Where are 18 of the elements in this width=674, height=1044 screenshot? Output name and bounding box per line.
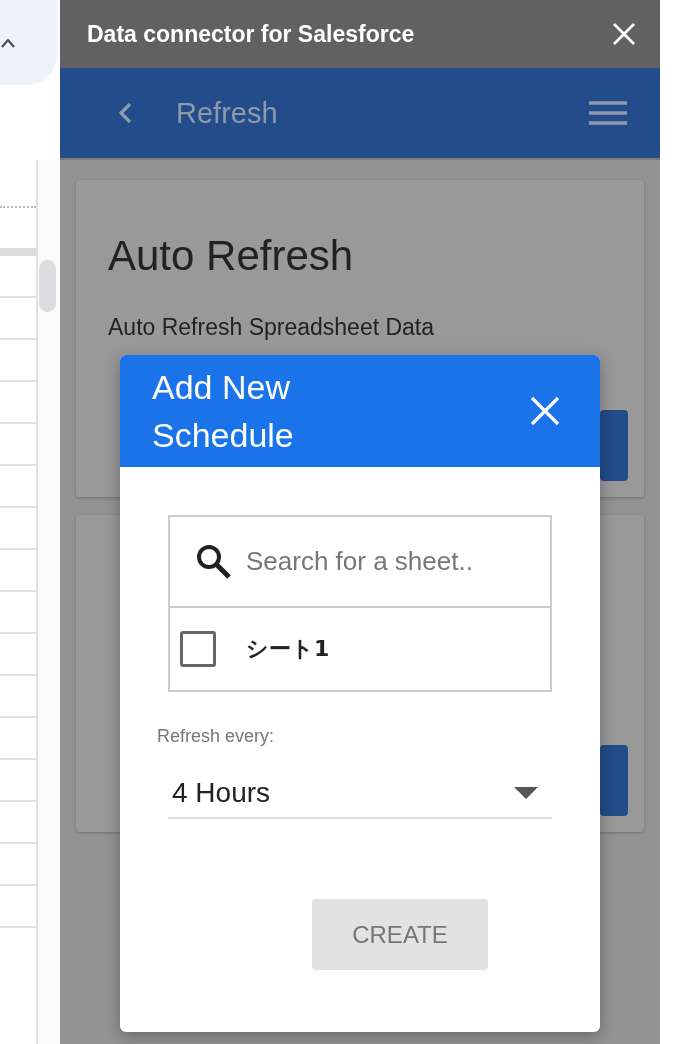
dialog-title: Add New Schedule	[152, 367, 295, 456]
panel-title: Data connector for Salesforce	[87, 20, 415, 48]
card-title: Auto Refresh	[108, 232, 354, 280]
card-text: Auto Refresh Spreadsheet Data	[108, 314, 435, 341]
close-icon[interactable]	[530, 396, 560, 426]
dropdown-caret-icon	[514, 787, 538, 799]
caret-icon	[1, 37, 15, 48]
back-icon[interactable]	[118, 102, 132, 124]
interval-dropdown[interactable]: 4 Hours	[168, 769, 552, 819]
menu-icon[interactable]	[589, 101, 627, 125]
page-title: Refresh	[176, 96, 279, 130]
sheet-name: シート1	[246, 635, 330, 663]
field-label: Refresh every:	[157, 726, 276, 747]
close-icon[interactable]	[612, 22, 636, 46]
search-field[interactable]: Search for a sheet..	[246, 546, 536, 577]
search-icon	[196, 543, 232, 580]
checkbox[interactable]	[180, 631, 216, 667]
scrollbar[interactable]	[38, 160, 60, 1044]
